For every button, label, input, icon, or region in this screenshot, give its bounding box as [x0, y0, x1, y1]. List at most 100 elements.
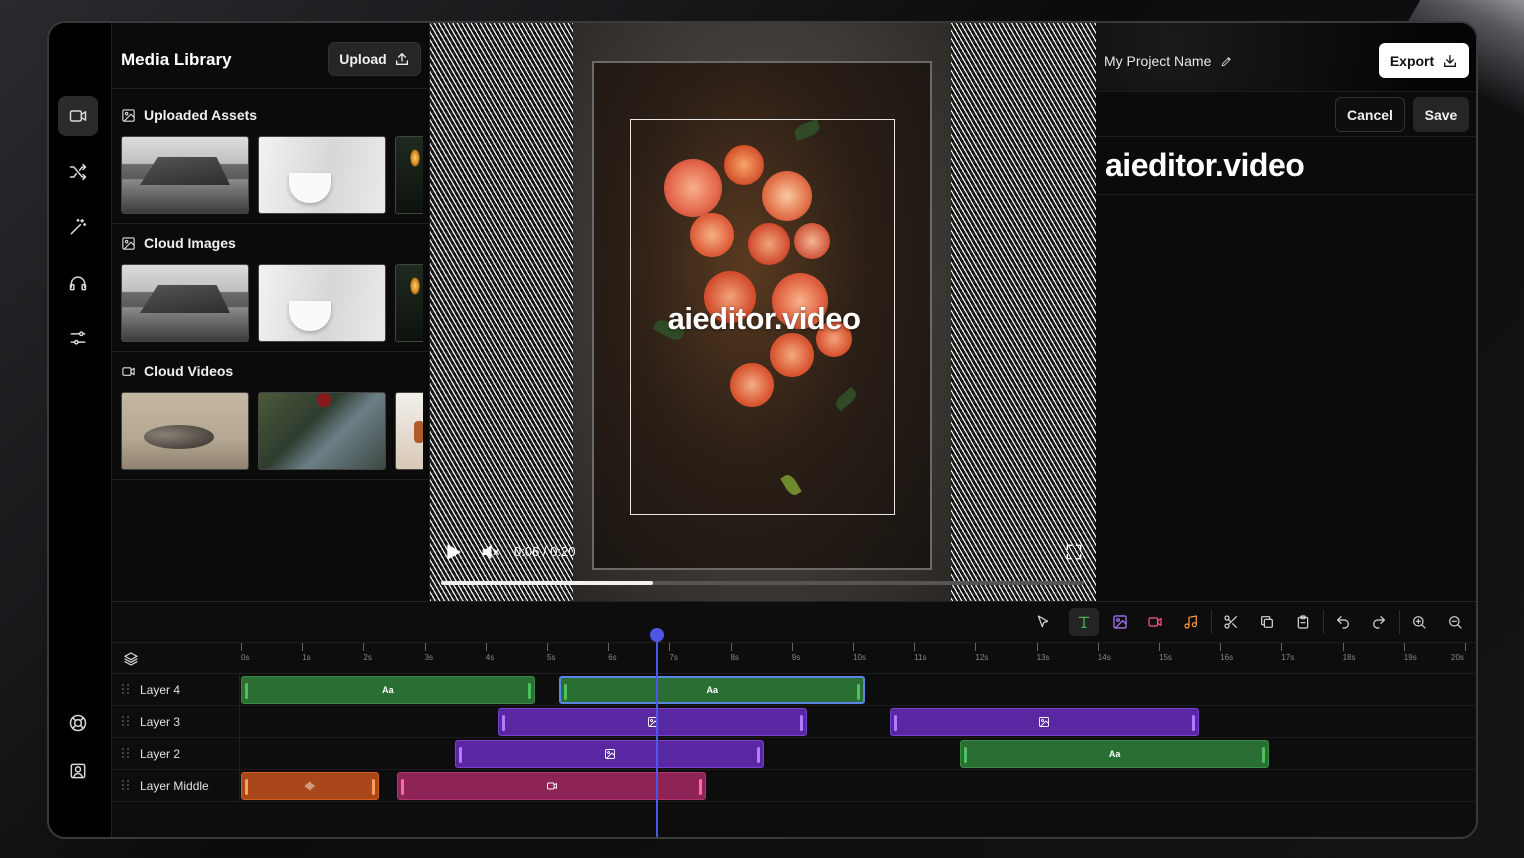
text-content-field[interactable]: aieditor.video	[1096, 137, 1476, 195]
help-button[interactable]	[58, 703, 98, 743]
text-clip[interactable]: Aa	[241, 676, 535, 704]
cursor-icon	[1037, 615, 1049, 628]
drag-handle-icon[interactable]	[122, 779, 130, 792]
asset-thumbnail[interactable]	[395, 264, 423, 342]
layers-icon	[124, 652, 138, 666]
zoom-in-button[interactable]	[1404, 608, 1434, 636]
asset-thumbnail[interactable]	[395, 136, 423, 214]
video-frame[interactable]: aieditor.video	[592, 61, 932, 570]
ruler-tick	[1465, 643, 1466, 651]
add-image-button[interactable]	[1105, 608, 1135, 636]
track-label-text: Layer 3	[140, 714, 181, 729]
play-icon	[447, 544, 461, 560]
magic-wand-icon	[70, 218, 87, 235]
asset-thumbnail[interactable]	[258, 392, 386, 470]
timeline-track: Layer Middle	[112, 770, 1476, 802]
ruler-tick	[1220, 643, 1222, 651]
select-tool-button[interactable]	[1028, 608, 1058, 636]
ruler-tick-label: 10s	[853, 653, 866, 662]
ruler-tick-label: 9s	[791, 653, 801, 662]
asset-thumbnail[interactable]	[258, 136, 386, 214]
drag-handle-icon[interactable]	[122, 715, 130, 728]
save-button[interactable]: Save	[1413, 97, 1469, 132]
project-name[interactable]: My Project Name	[1104, 53, 1233, 69]
track-label[interactable]: Layer 3	[112, 706, 240, 737]
layers-button[interactable]	[123, 651, 139, 667]
image-clip[interactable]	[498, 708, 808, 736]
ruler-tick-label: 6s	[608, 653, 617, 662]
sidebar-item-transitions[interactable]	[58, 152, 98, 192]
ruler-tick	[1403, 643, 1405, 651]
toolbar-divider	[1399, 610, 1400, 634]
asset-thumbnail[interactable]	[258, 264, 386, 342]
add-audio-button[interactable]	[1176, 608, 1206, 636]
play-button[interactable]	[441, 540, 465, 564]
ruler-tick-label: 2s	[363, 653, 372, 662]
sidebar-item-effects[interactable]	[58, 207, 98, 247]
ruler-tick-label: 20s	[1451, 653, 1464, 662]
sliders-icon	[70, 331, 86, 345]
sidebar-item-audio[interactable]	[58, 263, 98, 303]
section-title: Cloud Videos	[144, 363, 234, 379]
undo-button[interactable]	[1328, 608, 1358, 636]
ruler-tick	[1281, 643, 1283, 651]
ruler-tick-label: 3s	[424, 653, 434, 662]
cancel-button[interactable]: Cancel	[1335, 97, 1405, 132]
image-clip[interactable]	[455, 740, 765, 768]
playhead-handle[interactable]	[650, 628, 665, 642]
duplicate-button[interactable]	[1252, 608, 1282, 636]
pencil-icon[interactable]	[1220, 55, 1233, 68]
sidebar-item-video[interactable]	[58, 96, 98, 136]
track-label-text: Layer Middle	[140, 778, 209, 793]
ruler-tick	[363, 643, 365, 651]
redo-button[interactable]	[1364, 608, 1394, 636]
playhead[interactable]	[656, 634, 659, 837]
image-clip[interactable]	[889, 708, 1199, 736]
ruler-tick	[791, 643, 793, 651]
track-label[interactable]: Layer 4	[112, 674, 240, 705]
mute-button[interactable]	[478, 540, 502, 564]
image-icon	[604, 749, 615, 759]
divider	[112, 223, 430, 224]
drag-handle-icon[interactable]	[122, 683, 130, 696]
ruler-tick-label: 15s	[1159, 653, 1172, 662]
export-button[interactable]: Export	[1379, 43, 1469, 78]
copy-icon	[1261, 616, 1273, 628]
fullscreen-button[interactable]	[1063, 541, 1085, 563]
seek-bar[interactable]	[441, 581, 1084, 585]
account-button[interactable]	[58, 751, 98, 791]
paste-button[interactable]	[1288, 608, 1318, 636]
add-text-button[interactable]	[1069, 608, 1099, 636]
timeline-track: Layer 4 Aa Aa	[112, 674, 1476, 706]
ruler-tick-label: 18s	[1342, 653, 1356, 662]
asset-thumbnail[interactable]	[395, 392, 423, 470]
zoom-out-button[interactable]	[1440, 608, 1470, 636]
track-label[interactable]: Layer Middle	[112, 770, 240, 801]
time-ruler[interactable]: 0s 1s 2s 3s 4s 5s 6s 7s 8s 9s 10s 11s 12s 13s 14s 15s 16…	[112, 642, 1476, 674]
asset-thumbnail[interactable]	[121, 392, 249, 470]
section-title: Cloud Images	[144, 235, 236, 251]
audio-clip[interactable]	[241, 772, 379, 800]
add-video-button[interactable]	[1140, 608, 1170, 636]
text-clip[interactable]: Aa	[559, 676, 866, 704]
upload-icon	[395, 53, 408, 65]
drag-handle-icon[interactable]	[122, 747, 130, 760]
ruler-tick	[1159, 643, 1160, 651]
preview-overlay-text[interactable]: aieditor.video	[594, 301, 934, 337]
download-icon	[1444, 54, 1457, 67]
sidebar-item-settings[interactable]	[58, 318, 98, 358]
text-clip[interactable]: Aa	[960, 740, 1270, 768]
ruler-tick	[975, 643, 977, 651]
asset-thumbnail[interactable]	[121, 264, 249, 342]
video-clip[interactable]	[397, 772, 707, 800]
upload-button[interactable]: Upload	[328, 42, 421, 76]
preview-canvas: aieditor.video 0:06 / 0:20	[430, 23, 1096, 601]
track-label-text: Layer 4	[140, 682, 181, 697]
split-button[interactable]	[1216, 608, 1246, 636]
text-content-value[interactable]: aieditor.video	[1105, 147, 1305, 184]
toolbar-divider	[1323, 610, 1324, 634]
editor-window: Media Library Upload Uploaded Assets Clo…	[47, 21, 1478, 839]
asset-thumbnail[interactable]	[121, 136, 249, 214]
ruler-tick	[1036, 643, 1038, 651]
track-label[interactable]: Layer 2	[112, 738, 240, 769]
